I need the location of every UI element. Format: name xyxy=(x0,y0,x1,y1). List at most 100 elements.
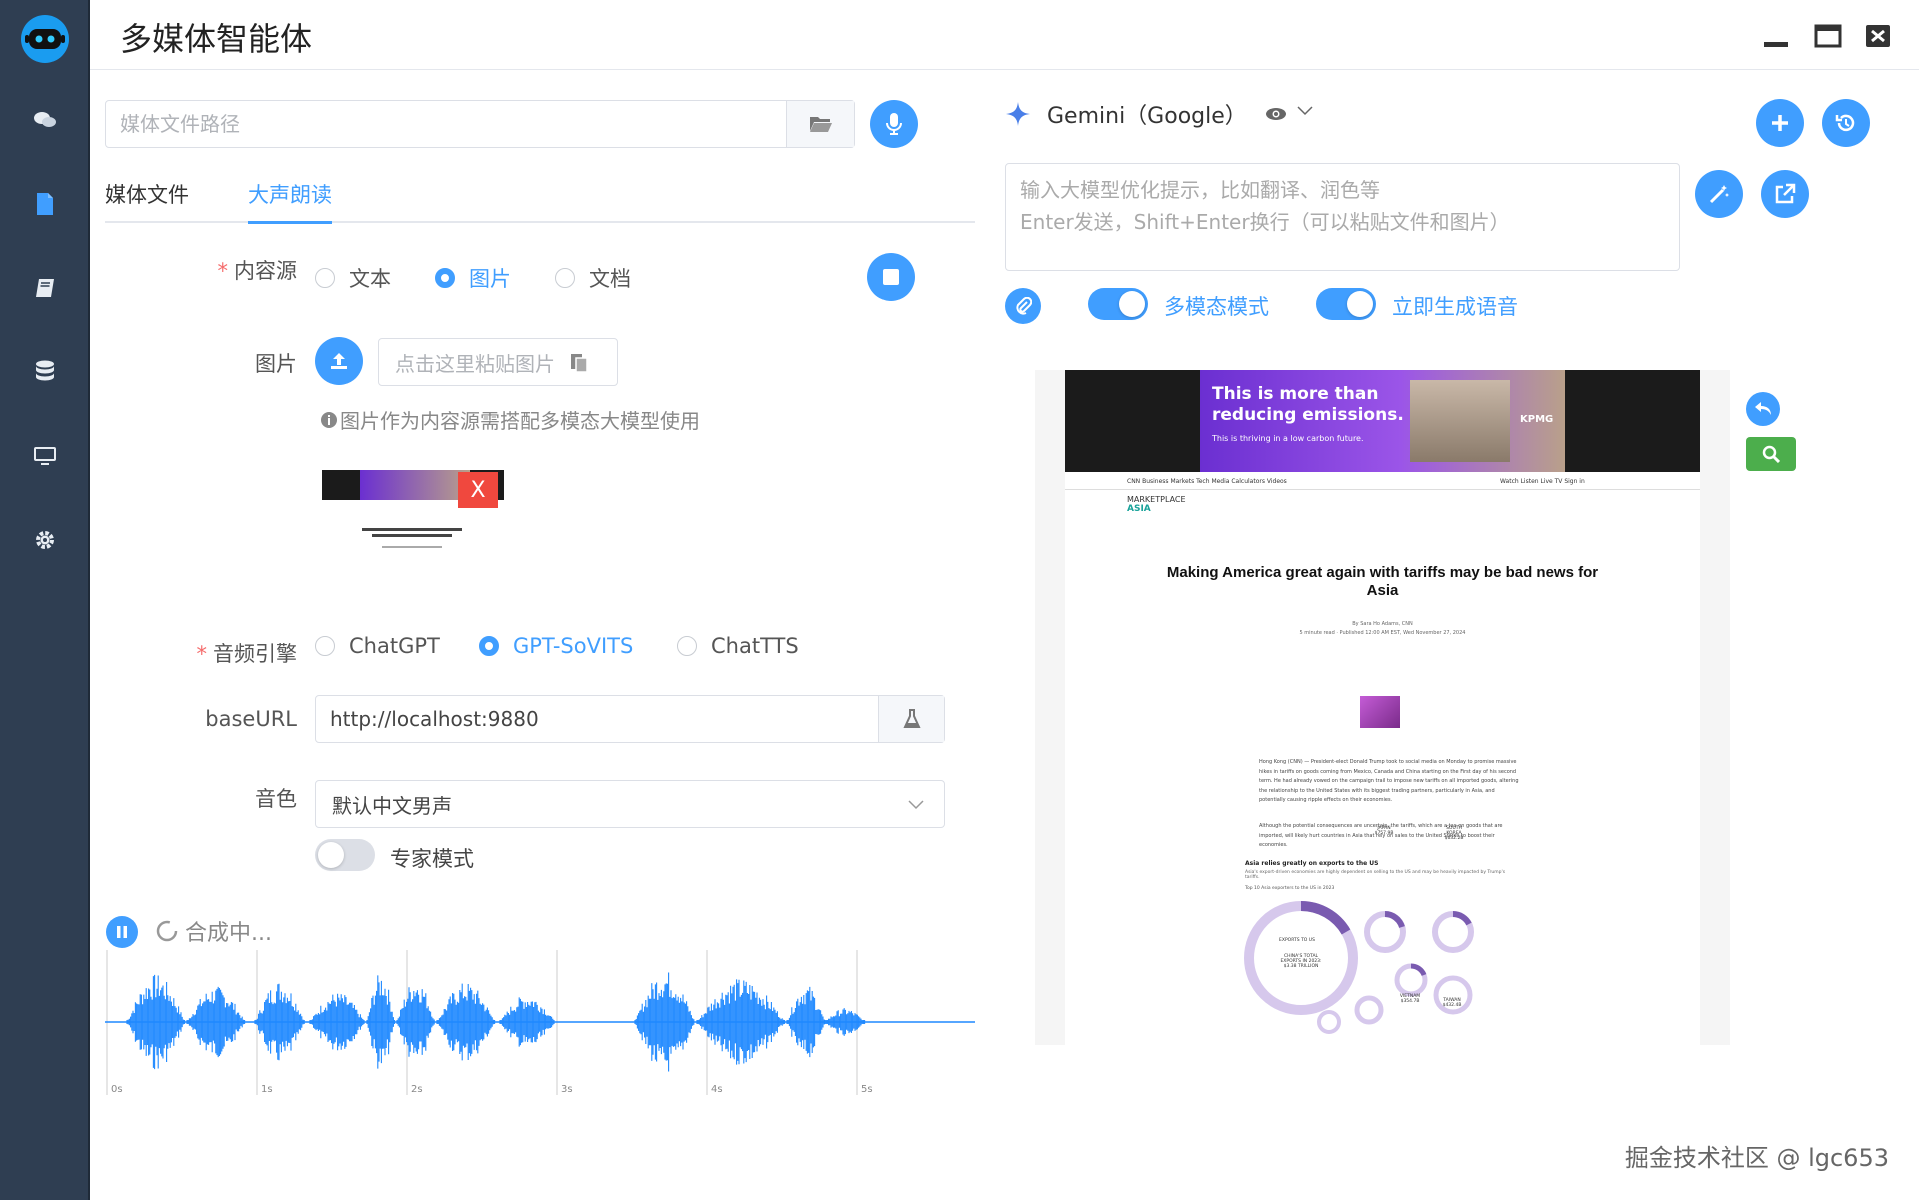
external-link-icon xyxy=(1775,183,1796,204)
document-icon[interactable] xyxy=(25,184,65,224)
pause-button[interactable] xyxy=(106,916,138,948)
voice-select-value: 默认中文男声 xyxy=(332,793,452,818)
time-tick-label: 2s xyxy=(411,1084,423,1095)
time-tick-label: 5s xyxy=(861,1084,873,1095)
open-external-button[interactable] xyxy=(1761,170,1809,218)
chart-heading: Asia relies greatly on exports to the US xyxy=(1245,860,1379,867)
plus-icon xyxy=(1772,115,1788,131)
chart-subtitle: Asia's export-driven economies are highl… xyxy=(1245,870,1506,880)
upload-button[interactable] xyxy=(315,337,363,385)
synth-status: 合成中... xyxy=(155,915,272,947)
pause-icon xyxy=(117,926,127,938)
flask-icon xyxy=(902,709,921,728)
base-url-label: baseURL xyxy=(205,707,297,731)
sidebar xyxy=(0,0,90,1200)
voice-select[interactable]: 默认中文男声 xyxy=(315,780,945,828)
monitor-icon[interactable] xyxy=(25,436,65,476)
article-headline: Making America great again with tariffs … xyxy=(1166,564,1599,599)
info-icon xyxy=(321,411,337,428)
chart-label-exports: EXPORTS TO US xyxy=(1279,938,1315,943)
chevron-down-icon[interactable] xyxy=(1297,106,1313,116)
undo-button[interactable] xyxy=(1746,392,1780,426)
microphone-icon xyxy=(886,113,902,135)
time-tick-label: 3s xyxy=(561,1084,573,1095)
gemini-sparkle-icon xyxy=(1006,102,1030,126)
radio-engine-gpt-sovits[interactable]: GPT-SoVITS xyxy=(479,634,633,658)
history-button[interactable] xyxy=(1822,99,1870,147)
image-hint: 图片作为内容源需搭配多模态大模型使用 xyxy=(320,405,700,434)
base-url-field xyxy=(315,695,945,743)
close-window-icon[interactable] xyxy=(1862,20,1894,52)
search-icon xyxy=(1762,445,1780,463)
time-tick-label: 1s xyxy=(261,1084,273,1095)
prompt-textarea[interactable] xyxy=(1005,163,1680,271)
settings-gear-icon[interactable] xyxy=(25,520,65,560)
article-byline: By Sara Ho Adams, CNN 5 minute read · Pu… xyxy=(1299,621,1466,636)
history-icon xyxy=(1835,114,1855,132)
ad-subtext: This is thriving in a low carbon future. xyxy=(1212,434,1364,443)
ad-banner: This is more than reducing emissions. Thi… xyxy=(1065,370,1700,472)
undo-icon xyxy=(1755,402,1771,415)
paste-icon xyxy=(571,354,588,373)
image-thumbnail: X xyxy=(322,470,504,556)
multimodal-label: 多模态模式 xyxy=(1164,295,1269,319)
minimize-icon[interactable] xyxy=(1760,20,1792,52)
chat-icon[interactable] xyxy=(25,100,65,140)
ad-headline: This is more than reducing emissions. xyxy=(1212,384,1404,425)
chart-label-vietnam: VIETNAM $354.7B xyxy=(1399,994,1421,1004)
related-graphic xyxy=(1360,696,1400,728)
radio-engine-chatgpt[interactable]: ChatGPT xyxy=(315,634,440,658)
media-path-field xyxy=(105,100,855,148)
image-preview: This is more than reducing emissions. Thi… xyxy=(1035,370,1730,1045)
radio-source-image[interactable]: 图片 xyxy=(435,263,511,293)
left-tabs: 媒体文件 大声朗读 xyxy=(105,175,975,224)
test-connection-button[interactable] xyxy=(878,696,944,742)
magic-wand-button[interactable] xyxy=(1695,170,1743,218)
stop-button[interactable] xyxy=(867,253,915,301)
audio-waveform[interactable]: 0s 1s 2s 3s 4s 5s xyxy=(105,950,975,1100)
app-window: 多媒体智能体 媒体文件 大声朗读 *内容源 文本 图片 文档 图片 点击这里粘贴… xyxy=(0,0,1919,1200)
folder-open-button[interactable] xyxy=(786,101,854,147)
expert-mode-label: 专家模式 xyxy=(390,847,474,871)
maximize-icon[interactable] xyxy=(1812,20,1844,52)
robot-logo-icon xyxy=(20,14,70,64)
image-hint-text: 图片作为内容源需搭配多模态大模型使用 xyxy=(340,409,700,433)
eye-icon[interactable] xyxy=(1265,106,1287,122)
microphone-button[interactable] xyxy=(870,100,918,148)
app-title: 多媒体智能体 xyxy=(120,20,313,58)
radio-engine-chattts[interactable]: ChatTTS xyxy=(677,634,799,658)
paste-image-area[interactable]: 点击这里粘贴图片 xyxy=(378,338,618,386)
multimodal-toggle[interactable] xyxy=(1088,288,1148,320)
synth-status-text: 合成中... xyxy=(185,921,272,946)
model-selector[interactable]: Gemini（Google） xyxy=(1005,98,1313,130)
chart-label-korea: SOUTH KOREA $632.2B xyxy=(1444,826,1464,841)
database-icon[interactable] xyxy=(25,352,65,392)
time-tick-label: 4s xyxy=(711,1084,723,1095)
remove-image-button[interactable]: X xyxy=(458,472,498,508)
chart-label-china: CHINA'S TOTAL EXPORTS IN 2023: $3.38 TRI… xyxy=(1280,954,1322,969)
image-label: 图片 xyxy=(255,352,297,376)
audio-engine-label: * 音频引擎 xyxy=(196,642,298,666)
radio-source-document[interactable]: 文档 xyxy=(555,263,631,293)
upload-icon xyxy=(331,353,347,369)
radio-source-text[interactable]: 文本 xyxy=(315,263,391,293)
new-chat-button[interactable] xyxy=(1756,99,1804,147)
instant-voice-toggle[interactable] xyxy=(1316,288,1376,320)
cnn-navbar: CNN Business Markets Tech Media Calculat… xyxy=(1065,474,1700,490)
magic-wand-icon xyxy=(1709,185,1729,204)
book-icon[interactable] xyxy=(25,268,65,308)
tab-read-aloud[interactable]: 大声朗读 xyxy=(248,179,332,224)
content-source-label: * 内容源 xyxy=(217,259,298,283)
title-bar: 多媒体智能体 xyxy=(90,0,1919,70)
loading-spinner-icon xyxy=(156,920,178,942)
expert-mode-toggle[interactable] xyxy=(315,839,375,871)
ad-photo xyxy=(1410,380,1510,462)
tab-media-file[interactable]: 媒体文件 xyxy=(105,179,189,221)
attach-button[interactable] xyxy=(1005,288,1041,324)
section-badge: MARKETPLACE ASIA xyxy=(1127,495,1186,514)
search-preview-button[interactable] xyxy=(1746,437,1796,471)
ad-brand: KPMG xyxy=(1520,414,1554,425)
media-path-input[interactable] xyxy=(106,101,786,147)
base-url-input[interactable] xyxy=(316,696,876,742)
paste-image-label: 点击这里粘贴图片 xyxy=(395,351,555,376)
